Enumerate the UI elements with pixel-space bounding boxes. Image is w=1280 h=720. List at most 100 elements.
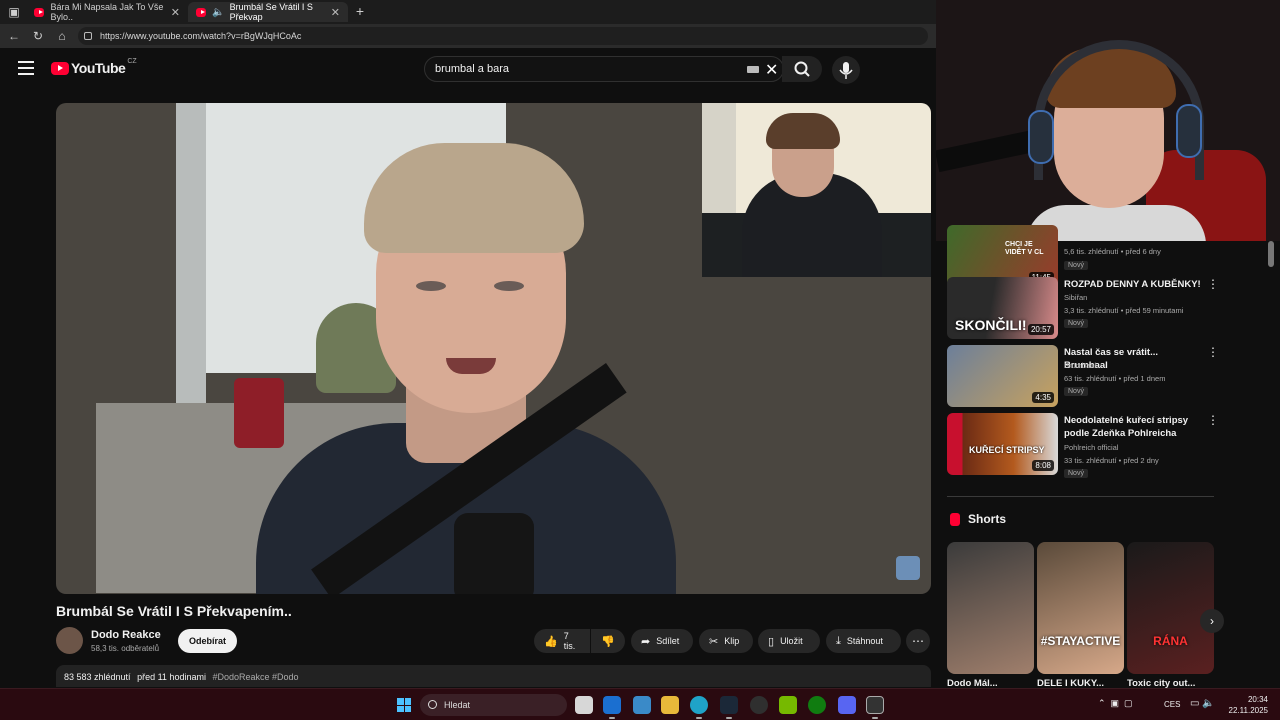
epic-games-icon[interactable] <box>866 696 884 714</box>
video-thumbnail[interactable]: SKONČILI! 20:57 <box>947 277 1058 339</box>
new-tab-button[interactable]: + <box>352 3 368 19</box>
close-tab-icon[interactable]: ✕ <box>171 6 180 19</box>
home-icon[interactable]: ⌂ <box>54 28 70 44</box>
divider <box>947 496 1214 497</box>
video-duration: 4:35 <box>1032 392 1054 403</box>
reload-icon[interactable]: ↻ <box>30 28 46 44</box>
browser-tab-1[interactable]: Bára Mi Napsala Jak To Vše Bylo.. ✕ <box>26 2 188 22</box>
search-icon <box>794 61 810 77</box>
more-options-icon[interactable]: ⋮ <box>1207 277 1219 291</box>
windows-taskbar: Hledat ⌃ ▣ ▢ CES ▭ 🔈 20:34 22.11.2025 <box>0 688 1280 720</box>
youtube-favicon-icon <box>196 7 207 17</box>
reaction-inset <box>702 103 931 277</box>
more-actions-button[interactable]: ⋯ <box>906 629 930 653</box>
upload-age: před 11 hodinami <box>137 672 206 682</box>
widgets-icon[interactable] <box>633 696 651 714</box>
channel-watermark-icon[interactable] <box>896 556 920 580</box>
video-title[interactable]: ROZPAD DENNY A KUBĚNKY! <box>1064 278 1204 291</box>
thumbs-down-icon: 👎 <box>601 635 615 648</box>
channel-name[interactable]: Pohlreich official <box>1064 443 1118 452</box>
windows-start-icon[interactable] <box>397 698 411 712</box>
share-button[interactable]: ➦ Sdílet <box>631 629 693 653</box>
task-view-icon[interactable] <box>575 696 593 714</box>
app-icon[interactable] <box>750 696 768 714</box>
speaker-icon[interactable]: 🔈 <box>212 7 224 18</box>
address-bar-row: ← ↻ ⌂ https://www.youtube.com/watch?v=rB… <box>0 24 936 48</box>
channel-name[interactable]: Brumbaal <box>1064 361 1096 370</box>
related-video[interactable]: SKONČILI! 20:57 ROZPAD DENNY A KUBĚNKY! … <box>947 277 1267 341</box>
view-count: 83 583 zhlédnutí <box>64 672 131 682</box>
language-indicator[interactable]: CES <box>1164 700 1180 709</box>
related-video[interactable]: KUŘECÍ STRIPSY 8:08 Neodolatelné kuřecí … <box>947 413 1267 478</box>
video-thumbnail[interactable]: 4:35 <box>947 345 1058 407</box>
bookmark-icon: ▯ <box>768 635 775 648</box>
file-explorer-icon[interactable] <box>661 696 679 714</box>
shorts-next-button[interactable]: › <box>1200 609 1224 633</box>
keyboard-icon[interactable] <box>747 66 759 73</box>
related-sidebar: CHCI JE VIDĚT V CL 11:45 5,6 tis. zhlédn… <box>936 225 1280 689</box>
voice-search-button[interactable] <box>832 56 860 84</box>
description-box[interactable]: 83 583 zhlédnutí před 11 hodinami #DodoR… <box>56 665 931 687</box>
youtube-logo[interactable]: YouTube CZ <box>51 58 137 76</box>
dislike-button[interactable]: 👎 <box>591 629 625 653</box>
system-tray[interactable]: ⌃ ▣ ▢ <box>1098 698 1133 709</box>
store-app-icon[interactable] <box>603 696 621 714</box>
back-icon[interactable]: ← <box>6 28 22 44</box>
hamburger-menu-icon[interactable] <box>18 61 34 75</box>
clear-search-icon[interactable]: ✕ <box>765 60 778 80</box>
youtube-header: YouTube CZ brumbal a bara ✕ <box>0 48 936 92</box>
nvidia-icon[interactable] <box>779 696 797 714</box>
site-info-icon[interactable] <box>84 32 92 40</box>
short-card[interactable]: RÁNA <box>1127 542 1214 674</box>
more-options-icon[interactable]: ⋮ <box>1207 345 1219 359</box>
microphone-icon <box>839 62 853 79</box>
hashtags[interactable]: #DodoReakce #Dodo <box>212 672 298 682</box>
short-card[interactable] <box>947 542 1034 674</box>
search-button[interactable] <box>782 56 822 82</box>
tab-actions-icon[interactable]: ▣ <box>6 4 22 20</box>
channel-name[interactable]: Sibiřan <box>1064 293 1087 302</box>
video-duration: 8:08 <box>1032 460 1054 471</box>
search-input[interactable]: brumbal a bara <box>435 63 509 75</box>
logo-text: YouTube <box>71 60 126 76</box>
clock[interactable]: 20:34 22.11.2025 <box>1228 694 1268 716</box>
scrollbar[interactable] <box>1268 241 1274 267</box>
share-label: Sdílet <box>656 636 680 646</box>
more-icon: ⋯ <box>912 634 924 648</box>
more-options-icon[interactable]: ⋮ <box>1207 413 1219 427</box>
related-video[interactable]: 4:35 Nastal čas se vrátit... Brumbaal Br… <box>947 345 1267 409</box>
steam-icon[interactable] <box>720 696 738 714</box>
like-button[interactable]: 👍 7 tis. <box>534 629 590 653</box>
video-meta: 3,3 tis. zhlédnutí • před 59 minutami <box>1064 306 1184 315</box>
video-title[interactable]: Neodolatelné kuřecí stripsy podle Zdeňka… <box>1064 414 1204 440</box>
url-field[interactable]: https://www.youtube.com/watch?v=rBgWJqHC… <box>78 27 928 45</box>
new-badge: Nový <box>1064 387 1088 396</box>
download-button[interactable]: ⤓ Stáhnout <box>826 629 901 653</box>
video-meta: 63 tis. zhlédnutí • před 1 dnem <box>1064 374 1166 383</box>
thumbnail-text: SKONČILI! <box>955 317 1027 333</box>
channel-avatar[interactable] <box>56 627 83 654</box>
thumbnail-text: CHCI JE VIDĚT V CL <box>1005 241 1044 256</box>
xbox-icon[interactable] <box>808 696 826 714</box>
edge-browser-icon[interactable] <box>690 696 708 714</box>
new-badge: Nový <box>1064 261 1088 270</box>
new-badge: Nový <box>1064 469 1088 478</box>
close-tab-icon[interactable]: ✕ <box>331 6 340 19</box>
clip-button[interactable]: ✂ Klip <box>699 629 753 653</box>
browser-tab-bar: ▣ Bára Mi Napsala Jak To Vše Bylo.. ✕ 🔈 … <box>0 0 936 24</box>
discord-icon[interactable] <box>838 696 856 714</box>
save-button[interactable]: ▯ Uložit <box>758 629 820 653</box>
channel-name[interactable]: Dodo Reakce <box>91 629 161 641</box>
network-volume-icon[interactable]: ▭ 🔈 <box>1190 698 1215 709</box>
tab-title: Bára Mi Napsala Jak To Vše Bylo.. <box>50 2 164 22</box>
date: 22.11.2025 <box>1228 706 1268 715</box>
browser-tab-2[interactable]: 🔈 Brumbál Se Vrátil I S Překvap ✕ <box>188 2 348 22</box>
window-frame <box>176 103 206 433</box>
short-card[interactable]: #STAYACTIVE <box>1037 542 1124 674</box>
video-thumbnail[interactable]: KUŘECÍ STRIPSY 8:08 <box>947 413 1058 475</box>
subscribe-button[interactable]: Odebírat <box>178 629 237 653</box>
youtube-play-icon <box>51 61 69 75</box>
taskbar-search[interactable]: Hledat <box>420 694 567 716</box>
search-box[interactable]: brumbal a bara ✕ <box>424 56 784 82</box>
video-player[interactable] <box>56 103 931 594</box>
